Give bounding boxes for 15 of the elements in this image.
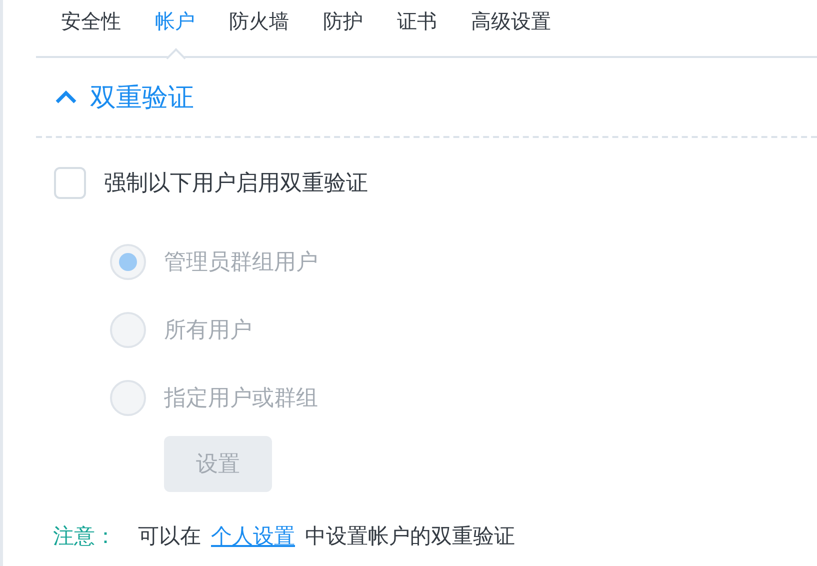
tab[interactable]: 防护: [306, 0, 380, 56]
chevron-up-icon[interactable]: [54, 89, 78, 105]
tab[interactable]: 防火墙: [212, 0, 306, 56]
checkbox-label: 强制以下用户启用双重验证: [104, 170, 368, 198]
radio-label: 指定用户或群组: [164, 385, 318, 413]
checkbox[interactable]: [54, 167, 86, 199]
note-label: 注意：: [53, 523, 116, 550]
tab[interactable]: 安全性: [44, 0, 138, 56]
tab[interactable]: 证书: [380, 0, 454, 56]
note-text: 中设置帐户的双重验证: [305, 523, 515, 550]
section-title: 双重验证: [90, 82, 194, 114]
note-text: 可以在: [138, 523, 201, 550]
radio-label: 所有用户: [164, 317, 252, 345]
tab[interactable]: 高级设置: [454, 0, 568, 56]
radio-label: 管理员群组用户: [164, 249, 318, 277]
